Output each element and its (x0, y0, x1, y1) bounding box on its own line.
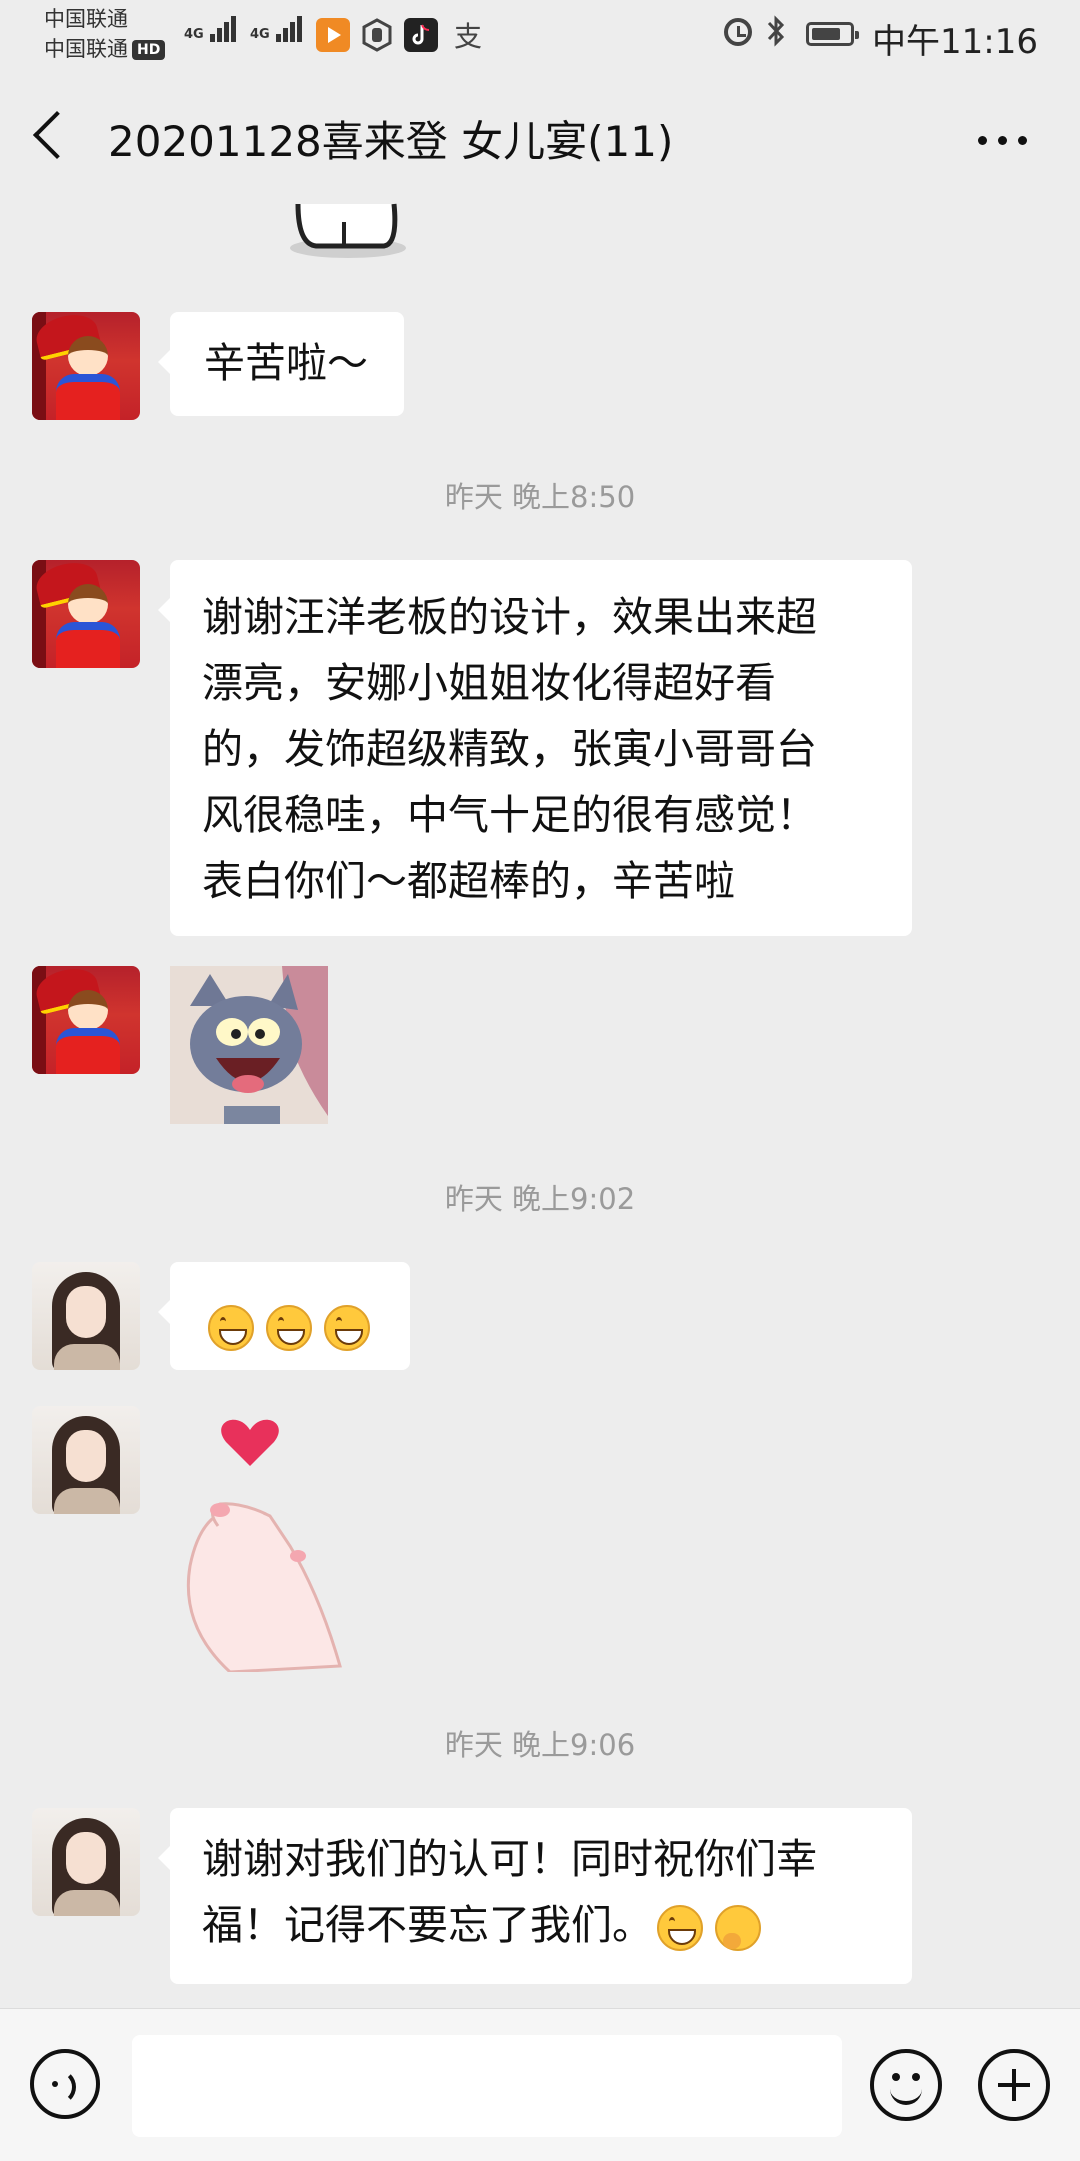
chat-title: 20201128喜来登 女儿宴(11) (108, 117, 674, 166)
status-bar: 中国联通 中国联通 HD 4G 4G 支 中午11:16 (0, 0, 1080, 70)
tiktok-icon (404, 18, 438, 52)
message-text: 辛苦啦～ (204, 339, 368, 387)
carrier-2: 中国联通 (44, 37, 128, 61)
battery-icon (806, 22, 859, 46)
avatar-sender-b[interactable] (32, 1406, 140, 1514)
grin-emoji (657, 1905, 703, 1951)
avatar-sender-a[interactable] (32, 966, 140, 1074)
avatar-sender-a[interactable] (32, 560, 140, 668)
input-bar (0, 2008, 1080, 2161)
carrier-1: 中国联通 (44, 7, 128, 31)
message-bubble[interactable] (158, 1262, 410, 1370)
message-bubble[interactable]: 谢谢汪洋老板的设计，效果出来超 漂亮，安娜小姐姐妆化得超好看 的，发饰超级精致，… (158, 560, 912, 936)
status-time: 中午11:16 (872, 22, 1038, 62)
message-input[interactable] (132, 2035, 842, 2137)
grin-emoji (208, 1305, 254, 1351)
finger-heart-sticker[interactable] (170, 1406, 360, 1674)
chat-header: 20201128喜来登 女儿宴(11) (0, 88, 1080, 188)
message-bubble[interactable]: 辛苦啦～ (158, 312, 404, 416)
bluetooth-icon (766, 14, 786, 56)
signal-2-icon: 4G (250, 16, 304, 42)
plus-icon[interactable] (978, 2049, 1050, 2121)
timestamp: 昨天 晚上9:06 (444, 1728, 636, 1762)
timestamp: 昨天 晚上9:02 (444, 1182, 636, 1216)
grin-emoji (266, 1305, 312, 1351)
thinking-emoji (715, 1905, 761, 1951)
signal-1-icon: 4G (184, 16, 238, 42)
message-text: 谢谢汪洋老板的设计，效果出来超 漂亮，安娜小姐姐妆化得超好看 的，发饰超级精致，… (202, 593, 817, 905)
hd-badge: HD (132, 40, 166, 60)
message-bubble[interactable]: 谢谢对我们的认可！同时祝你们幸 福！记得不要忘了我们。 (158, 1808, 912, 1984)
tom-cat-laughing-sticker[interactable] (170, 966, 328, 1124)
alarm-icon (724, 18, 752, 46)
video-app-icon (316, 18, 350, 52)
svg-text:支: 支 (454, 20, 482, 52)
carrier-info: 中国联通 中国联通 HD (44, 4, 166, 64)
voice-icon[interactable] (30, 2049, 100, 2119)
timestamp: 昨天 晚上8:50 (444, 480, 636, 514)
grin-emoji (324, 1305, 370, 1351)
avatar-sender-a[interactable] (32, 312, 140, 420)
emoji-icon[interactable] (870, 2049, 942, 2121)
more-dots-icon[interactable] (978, 136, 1028, 146)
avatar-sender-b[interactable] (32, 1808, 140, 1916)
chevron-left-icon[interactable] (32, 110, 82, 160)
hand-app-icon (360, 18, 394, 52)
avatar-sender-b[interactable] (32, 1262, 140, 1370)
cartoon-cat-sticker[interactable] (288, 188, 428, 268)
alipay-icon: 支 (450, 18, 484, 53)
